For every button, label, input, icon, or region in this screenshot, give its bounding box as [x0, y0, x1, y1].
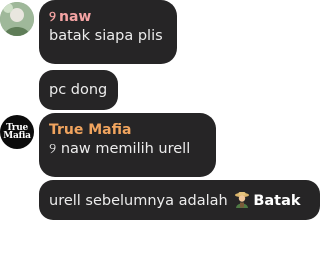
- avatar-naw[interactable]: [0, 2, 34, 36]
- role-name: Batak: [253, 193, 301, 209]
- true-mafia-logo: True Mafia: [3, 123, 31, 141]
- author-label: naw: [58, 9, 92, 25]
- message-bubble[interactable]: urell sebelumnya adalah Batak: [39, 180, 320, 220]
- message-prefix: urell sebelumnya adalah: [49, 193, 228, 209]
- message-bubble[interactable]: pc dong: [39, 70, 118, 110]
- avatar-true-mafia[interactable]: True Mafia: [0, 115, 34, 149]
- message-text: batak siapa plis: [49, 28, 163, 44]
- farmer-emoji-icon: [233, 190, 251, 208]
- message-text: ୨ naw memilih urell: [49, 141, 191, 157]
- author-name[interactable]: ୨ naw: [49, 0, 167, 26]
- author-glyph: ୨: [49, 9, 56, 25]
- message-text: urell sebelumnya adalah Batak: [49, 190, 320, 211]
- message-bubble[interactable]: ୨ naw batak siapa plis: [39, 0, 177, 64]
- avatar-photo-icon: [0, 2, 34, 36]
- chat-area: ୨ naw batak siapa plis pc dong True Mafia…: [0, 0, 320, 272]
- message-text: pc dong: [49, 82, 108, 98]
- author-name[interactable]: True Mafia: [49, 113, 206, 139]
- message-bubble[interactable]: True Mafia ୨ naw memilih urell: [39, 113, 216, 177]
